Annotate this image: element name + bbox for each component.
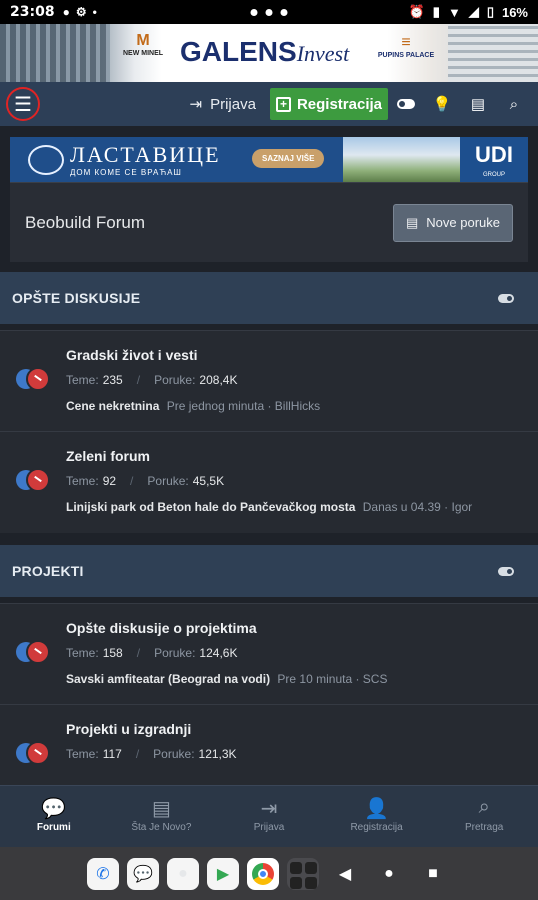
collapse-toggle-icon[interactable] <box>498 566 514 576</box>
new-posts-button[interactable]: ▤ Nove poruke <box>392 203 513 242</box>
ad-photo <box>343 137 471 182</box>
app-folder-icon[interactable] <box>287 857 319 890</box>
battery-icon: ▯ <box>486 4 494 19</box>
login-icon: ⇥ <box>260 798 278 820</box>
last-thread-link[interactable]: Cene nekretnina <box>66 399 159 413</box>
hamburger-icon: ☰ <box>14 93 32 116</box>
forum-last-post: Cene nekretnina Pre jednog minuta · Bill… <box>66 399 321 413</box>
camera-dots <box>250 8 288 16</box>
last-thread-link[interactable]: Linijski park od Beton hale do Pančevačk… <box>66 500 355 514</box>
forum-list-projects: Opšte diskusije o projektima Teme: 158 / … <box>0 603 538 806</box>
document-icon: ▤ <box>405 214 419 230</box>
ad-brand-left: M NEW MINEL <box>118 32 168 57</box>
messages-app-icon[interactable]: 💬 <box>127 857 159 890</box>
tab-forums[interactable]: 💬 Forumi <box>0 786 108 847</box>
forum-stats: Teme: 235 / Poruke: 208,4K <box>66 373 238 387</box>
chrome-icon[interactable] <box>247 857 279 890</box>
tab-whats-new[interactable]: ▤ Šta Je Novo? <box>108 786 216 847</box>
dot-icon: • <box>92 5 97 19</box>
android-navigation-bar: ✆ 💬 ● ▶ ◀ ● ■ <box>0 847 538 900</box>
mid-banner-ad[interactable]: ЛАСТАВИЦЕ ДОМ КОМЕ СЕ ВРАЋАШ SAZNAJ VIŠE… <box>10 137 528 182</box>
forum-title[interactable]: Zeleni forum <box>66 448 472 464</box>
ad-cta-button[interactable]: SAZNAJ VIŠE <box>252 149 325 168</box>
document-icon: ▤ <box>470 96 486 113</box>
plus-icon: + <box>275 96 291 112</box>
login-link[interactable]: ⇥ Prijava <box>176 95 270 114</box>
ad-brand-right: ≡ PUPINS PALACE <box>377 34 435 59</box>
forum-bubbles-icon <box>16 367 52 395</box>
play-store-icon[interactable]: ▶ <box>207 857 239 890</box>
forum-stats: Teme: 158 / Poruke: 124,6K <box>66 646 238 660</box>
login-icon: ⇥ <box>189 96 203 113</box>
collapse-toggle-icon[interactable] <box>498 293 514 303</box>
battery-level: 16% <box>501 4 528 20</box>
forum-bubbles-icon <box>16 468 52 496</box>
theme-toggle[interactable] <box>388 99 424 109</box>
lightbulb-button[interactable]: 💡 <box>424 95 460 113</box>
toggle-icon <box>397 99 415 109</box>
search-icon: ⌕ <box>478 796 490 818</box>
ad-brand-logo: UDI GROUP <box>460 137 528 182</box>
document-icon: ▤ <box>151 798 171 820</box>
last-thread-link[interactable]: Savski amfiteatar (Beograd na vodi) <box>66 672 270 686</box>
swallow-logo-icon <box>28 144 64 175</box>
ad-brand-main: GALENSInvest <box>180 36 350 67</box>
search-button[interactable]: ⌕ <box>496 96 532 113</box>
ad-building-image <box>0 24 110 82</box>
whats-new-button[interactable]: ▤ <box>460 95 496 113</box>
tab-register[interactable]: 👤 Registracija <box>323 786 431 847</box>
ad-building-image-right <box>448 24 538 82</box>
page-title: Beobuild Forum <box>25 212 146 232</box>
brand-mark-icon: M <box>136 32 150 49</box>
recents-icon[interactable]: ■ <box>415 865 451 883</box>
vibrate-icon: ▮ <box>432 4 440 19</box>
status-time: 23:08 <box>10 4 55 20</box>
back-icon[interactable]: ◀ <box>327 864 363 884</box>
forum-last-post: Savski amfiteatar (Beograd na vodi) Pre … <box>66 672 388 686</box>
add-user-icon: 👤 <box>364 798 390 820</box>
wifi-icon: ▼ <box>447 4 461 20</box>
top-banner-ad[interactable]: M NEW MINEL GALENSInvest ≡ PUPINS PALACE <box>0 24 538 82</box>
hamburger-menu-button[interactable]: ☰ <box>6 87 40 121</box>
main-navbar: ☰ ⇥ Prijava + Registracija 💡 ▤ ⌕ <box>0 82 538 126</box>
status-bar: 23:08 ● ⚙ • ⏰ ▮ ▼ ◢ ▯ 16% <box>0 0 538 24</box>
status-right: ⏰ ▮ ▼ ◢ ▯ 16% <box>409 4 528 20</box>
forum-row[interactable]: Gradski život i vesti Teme: 235 / Poruke:… <box>0 331 538 432</box>
tab-search[interactable]: ⌕ Pretraga <box>430 786 538 847</box>
chat-icon: ● <box>62 5 70 19</box>
forum-title[interactable]: Gradski život i vesti <box>66 347 320 363</box>
forum-header: Beobuild Forum ▤ Nove poruke <box>10 182 528 262</box>
brand-mark-icon: ≡ <box>401 34 411 51</box>
forum-bubbles-icon <box>16 741 52 769</box>
forum-bubbles-icon <box>16 640 52 668</box>
alarm-icon: ⏰ <box>408 4 425 19</box>
forum-stats: Teme: 117 / Poruke: 121,3K <box>66 747 237 761</box>
tab-login[interactable]: ⇥ Prijava <box>215 786 323 847</box>
settings-icon: ⚙ <box>75 5 87 19</box>
home-icon[interactable]: ● <box>371 865 407 883</box>
notification-icons: ● ⚙ • <box>63 5 97 19</box>
forum-stats: Teme: 92 / Poruke: 45,5K <box>66 474 225 488</box>
forum-row[interactable]: Opšte diskusije o projektima Teme: 158 / … <box>0 604 538 705</box>
section-header-projects[interactable]: PROJEKTI <box>0 545 538 597</box>
forum-list-general: Gradski život i vesti Teme: 235 / Poruke:… <box>0 330 538 533</box>
signal-icon: ◢ <box>468 4 479 19</box>
navbar-actions: ⇥ Prijava + Registracija 💡 ▤ ⌕ <box>176 88 532 120</box>
forum-last-post: Linijski park od Beton hale do Pančevačk… <box>66 500 473 514</box>
forum-row[interactable]: Zeleni forum Teme: 92 / Poruke: 45,5K Lini… <box>0 432 538 533</box>
register-button[interactable]: + Registracija <box>269 88 388 120</box>
forum-title[interactable]: Projekti u izgradnji <box>66 721 237 737</box>
search-icon: ⌕ <box>509 95 519 113</box>
forums-icon: 💬 <box>41 798 67 820</box>
ad-text: ЛАСТАВИЦЕ ДОМ КОМЕ СЕ ВРАЋАШ <box>70 142 221 177</box>
forum-title[interactable]: Opšte diskusije o projektima <box>66 620 387 636</box>
bottom-tab-bar: 💬 Forumi ▤ Šta Je Novo? ⇥ Prijava 👤 Regi… <box>0 785 538 847</box>
assistant-app-icon[interactable]: ● <box>167 857 199 890</box>
lightbulb-icon: 💡 <box>432 96 452 113</box>
phone-app-icon[interactable]: ✆ <box>87 857 119 890</box>
section-header-general[interactable]: OPŠTE DISKUSIJE <box>0 272 538 324</box>
